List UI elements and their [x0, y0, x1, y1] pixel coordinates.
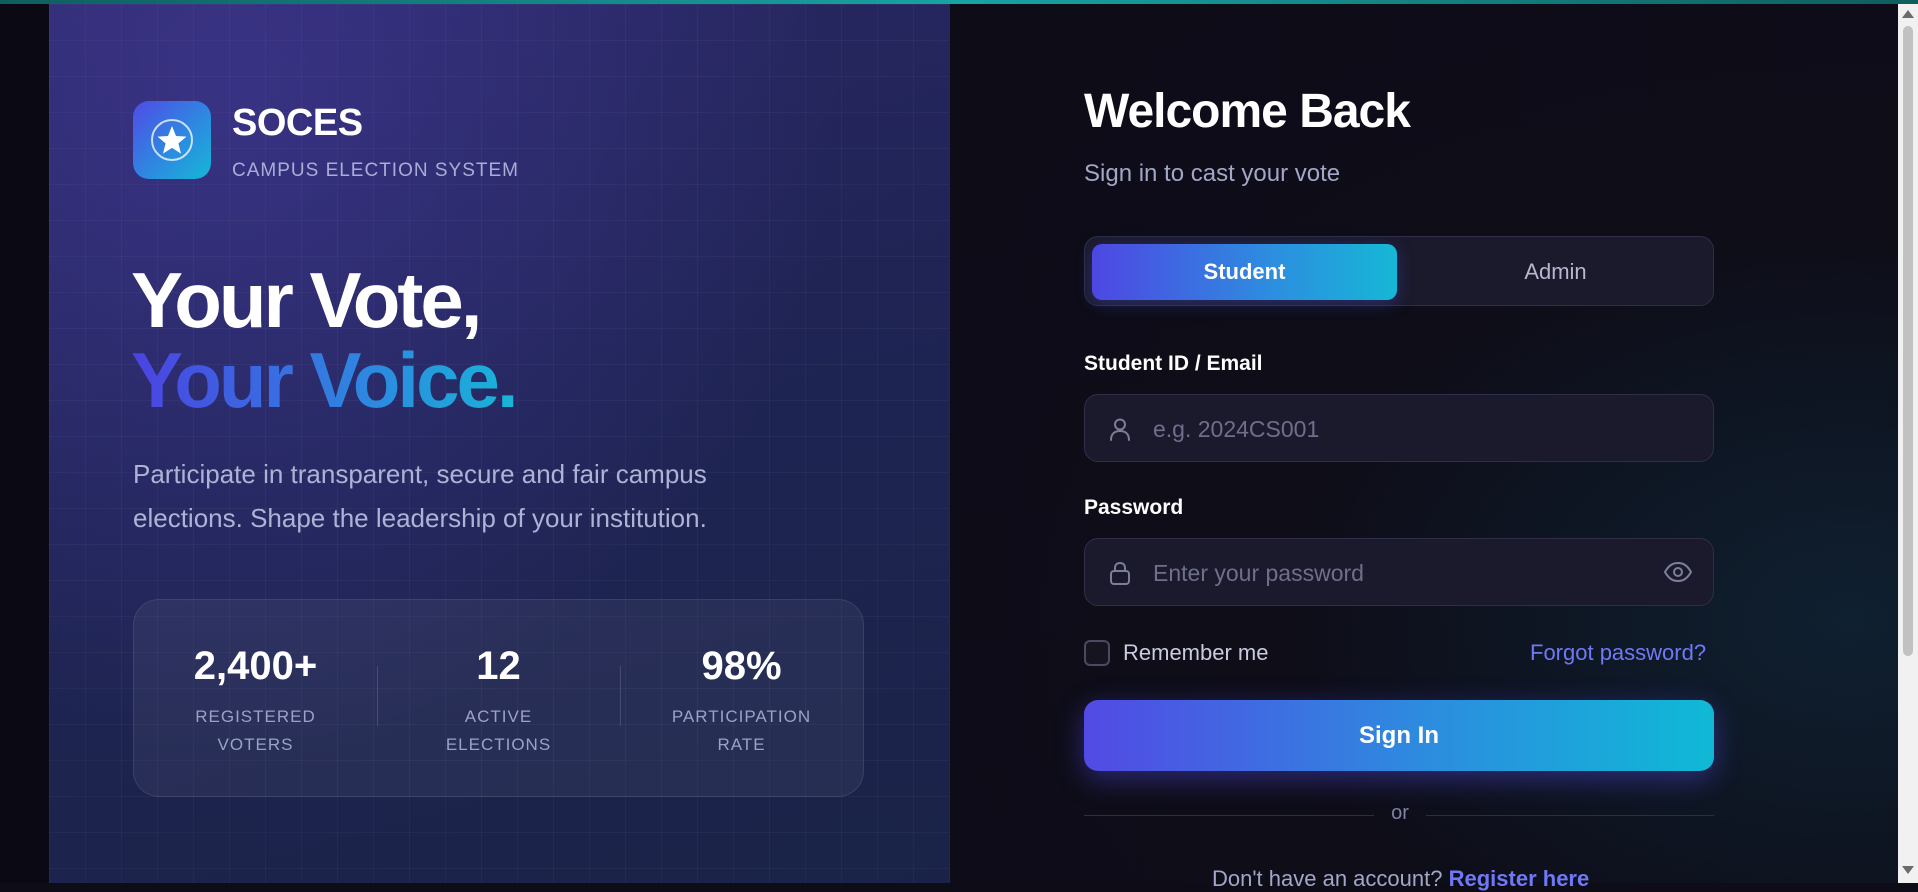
hero-description: Participate in transparent, secure and f… — [133, 459, 707, 533]
sign-in-button[interactable]: Sign In — [1084, 700, 1714, 771]
stat-label: PARTICIPATION RATE — [671, 707, 812, 754]
register-link[interactable]: Register here — [1449, 866, 1590, 891]
brand-subtitle: CAMPUS ELECTION SYSTEM — [232, 160, 519, 181]
lock-icon — [1110, 561, 1130, 585]
scroll-up-arrow-icon[interactable] — [1902, 10, 1914, 18]
stats-card: 2,400+ REGISTERED VOTERS 12 ACTIVE ELECT… — [133, 599, 864, 797]
password-input[interactable] — [1151, 539, 1645, 607]
left-gutter — [0, 4, 49, 883]
or-divider-left — [1084, 815, 1374, 816]
form-subtitle: Sign in to cast your vote — [1084, 160, 1341, 187]
remember-me-label[interactable]: Remember me — [1123, 640, 1268, 666]
tab-admin[interactable]: Admin — [1403, 244, 1708, 300]
or-divider-label: or — [1391, 802, 1409, 824]
stat-participation-rate: 98% PARTICIPATION RATE — [620, 600, 863, 796]
app-logo — [133, 101, 211, 179]
register-prompt-text: Don't have an account? — [1212, 866, 1443, 891]
role-toggle: Student Admin — [1084, 236, 1714, 306]
stat-label: REGISTERED VOTERS — [195, 707, 316, 754]
stat-active-elections: 12 ACTIVE ELECTIONS — [377, 600, 620, 796]
stat-value: 98% — [701, 644, 782, 688]
or-divider-right — [1426, 815, 1714, 816]
stat-label: ACTIVE ELECTIONS — [445, 707, 552, 754]
hero-title-line-2: Your Voice. — [131, 336, 519, 424]
password-field-wrapper — [1084, 538, 1714, 607]
brand-name: SOCES — [232, 102, 363, 144]
forgot-password-link[interactable]: Forgot password? — [1530, 640, 1706, 666]
stat-value: 12 — [476, 644, 521, 688]
register-prompt: Don't have an account? Register here — [1212, 866, 1589, 892]
user-icon — [1110, 418, 1130, 441]
scrollbar-thumb[interactable] — [1903, 26, 1913, 656]
hero-title-line-1: Your Vote, — [131, 256, 482, 344]
remember-me-checkbox[interactable] — [1084, 640, 1110, 666]
tab-student[interactable]: Student — [1092, 244, 1397, 300]
stat-registered-voters: 2,400+ REGISTERED VOTERS — [134, 600, 377, 796]
stat-value: 2,400+ — [193, 644, 318, 688]
password-field-label: Password — [1084, 496, 1184, 519]
form-title: Welcome Back — [1084, 85, 1411, 138]
scroll-down-arrow-icon[interactable] — [1902, 866, 1914, 874]
student-id-input[interactable] — [1151, 395, 1645, 463]
eye-icon[interactable] — [1663, 559, 1693, 585]
star-icon — [151, 119, 193, 161]
id-field-wrapper — [1084, 394, 1714, 463]
id-field-label: Student ID / Email — [1084, 352, 1263, 375]
